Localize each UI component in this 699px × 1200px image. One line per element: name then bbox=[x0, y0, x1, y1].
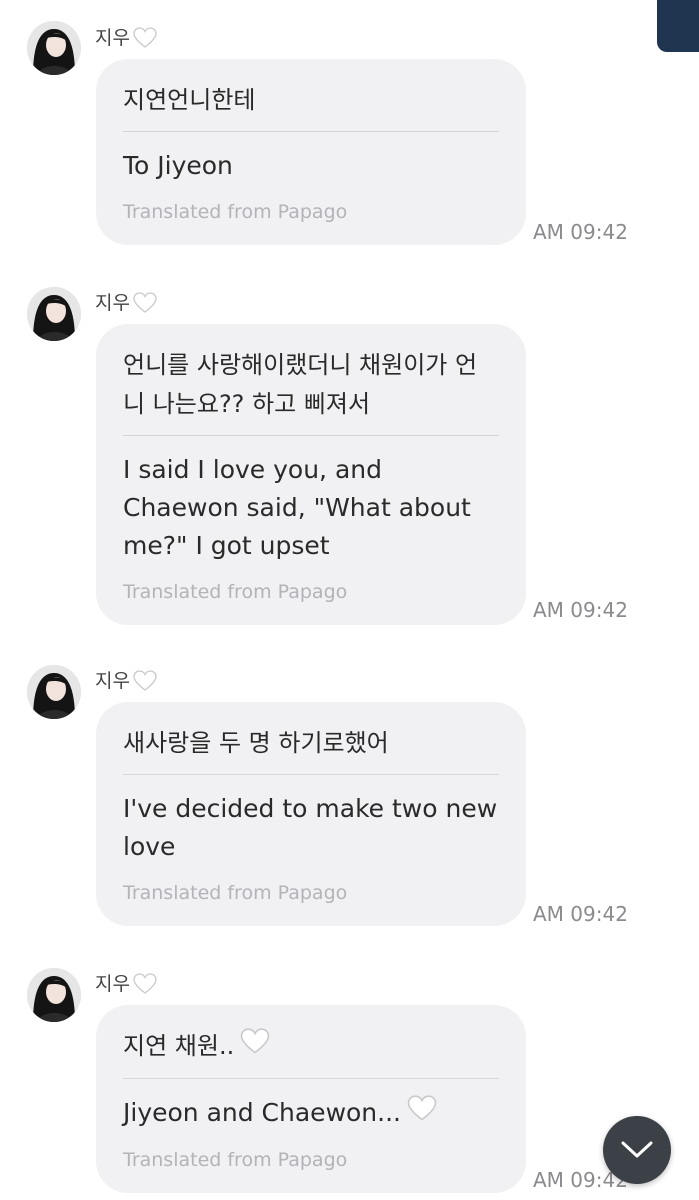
message-bubble[interactable]: 지연 채원.. Jiyeon and Chaewon... Translated… bbox=[96, 1005, 526, 1193]
message-bubble[interactable]: 언니를 사랑해이랬더니 채원이가 언니 나는요?? 하고 삐져서 I said … bbox=[96, 324, 526, 625]
message-time: AM 09:42 bbox=[533, 598, 628, 622]
message-time: AM 09:42 bbox=[533, 220, 628, 244]
original-text: 지연 채원.. bbox=[123, 1005, 499, 1078]
sender-name-text: 지우 bbox=[95, 292, 130, 314]
sender-name: 지우 bbox=[95, 290, 157, 316]
original-text: 새사랑을 두 명 하기로했어 bbox=[123, 729, 389, 757]
top-right-tab[interactable] bbox=[657, 0, 699, 52]
translation-source: Translated from Papago bbox=[123, 581, 348, 603]
original-text-content: 지연 채원.. bbox=[123, 1032, 235, 1060]
translation-source: Translated from Papago bbox=[123, 1148, 348, 1171]
message-bubble[interactable]: 지연언니한테 To Jiyeon Translated from Papago bbox=[96, 59, 526, 245]
white-heart-icon bbox=[133, 292, 157, 314]
translation-source: Translated from Papago bbox=[123, 882, 348, 904]
original-text: 지연언니한테 bbox=[123, 86, 256, 114]
white-heart-icon bbox=[133, 973, 157, 995]
sender-name: 지우 bbox=[95, 25, 157, 51]
white-heart-icon bbox=[407, 1094, 437, 1133]
sender-name-text: 지우 bbox=[95, 27, 130, 49]
white-heart-icon bbox=[240, 1027, 270, 1067]
sender-name-text: 지우 bbox=[95, 670, 130, 692]
white-heart-icon bbox=[133, 27, 157, 49]
avatar[interactable] bbox=[27, 665, 81, 719]
chevron-down-icon bbox=[621, 1141, 653, 1158]
white-heart-icon bbox=[133, 670, 157, 692]
avatar[interactable] bbox=[27, 968, 81, 1022]
translated-text: To Jiyeon bbox=[123, 151, 233, 180]
avatar[interactable] bbox=[27, 21, 81, 75]
message-time: AM 09:42 bbox=[533, 902, 628, 926]
sender-name-text: 지우 bbox=[95, 973, 130, 995]
sender-name: 지우 bbox=[95, 971, 157, 997]
message-bubble[interactable]: 새사랑을 두 명 하기로했어 I've decided to make two … bbox=[96, 702, 526, 926]
translated-text: I said I love you, and Chaewon said, "Wh… bbox=[123, 455, 471, 560]
sender-name: 지우 bbox=[95, 668, 157, 694]
scroll-down-button[interactable] bbox=[603, 1116, 671, 1184]
avatar[interactable] bbox=[27, 287, 81, 341]
translated-text: I've decided to make two new love bbox=[123, 794, 498, 861]
translated-text-content: Jiyeon and Chaewon... bbox=[123, 1097, 401, 1127]
translated-text: Jiyeon and Chaewon... bbox=[123, 1079, 499, 1133]
translation-source: Translated from Papago bbox=[123, 201, 348, 223]
original-text: 언니를 사랑해이랬더니 채원이가 언니 나는요?? 하고 삐져서 bbox=[123, 351, 478, 418]
